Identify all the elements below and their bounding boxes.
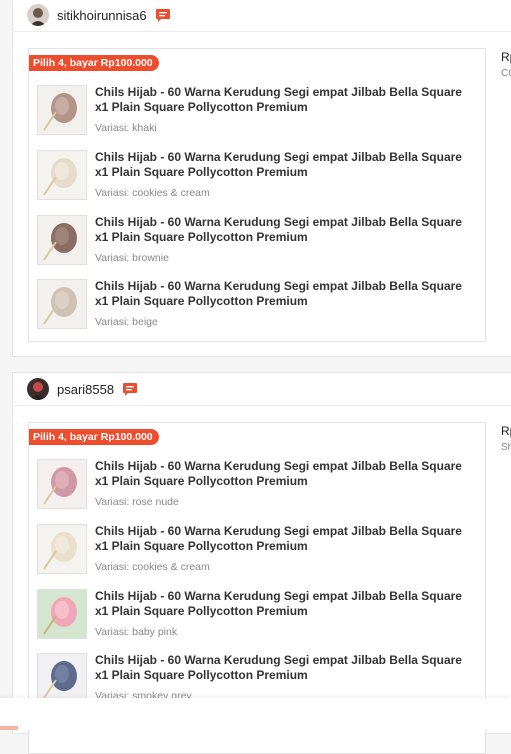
bottom-bar-indicator — [0, 726, 18, 730]
avatar[interactable] — [27, 4, 49, 26]
product-thumbnail[interactable] — [37, 459, 87, 509]
product-thumbnail[interactable] — [37, 85, 87, 135]
price-sub: CO — [501, 68, 511, 79]
product-thumbnail[interactable] — [37, 524, 87, 574]
avatar[interactable] — [27, 378, 49, 400]
product-variant: Variasi: baby pink — [95, 626, 178, 638]
shop-header: psari8558 — [13, 373, 511, 406]
username[interactable]: psari8558 — [57, 382, 114, 397]
product-variant: Variasi: beige — [95, 316, 158, 328]
price-label: Rp — [501, 424, 511, 438]
bottom-bar — [0, 698, 511, 730]
list-item[interactable]: Chils Hijab - 60 Warna Kerudung Segi emp… — [37, 589, 477, 639]
shop-header: sitikhoirunnisa6 — [13, 0, 511, 32]
product-title[interactable]: Chils Hijab - 60 Warna Kerudung Segi emp… — [95, 524, 477, 554]
bundle-deal: Pilih 4, bayar Rp100.000 Chils Hijab - 6… — [28, 48, 486, 342]
product-variant: Variasi: cookies & cream — [95, 561, 210, 573]
chat-icon[interactable] — [155, 7, 171, 23]
product-title[interactable]: Chils Hijab - 60 Warna Kerudung Segi emp… — [95, 215, 477, 245]
list-item[interactable]: Chils Hijab - 60 Warna Kerudung Segi emp… — [37, 279, 477, 329]
product-title[interactable]: Chils Hijab - 60 Warna Kerudung Segi emp… — [95, 150, 477, 180]
order-card: sitikhoirunnisa6 Rp CO Pilih 4, bayar Rp… — [12, 0, 511, 357]
product-thumbnail[interactable] — [37, 589, 87, 639]
promo-badge[interactable]: Pilih 4, bayar Rp100.000 — [29, 429, 159, 445]
list-item[interactable]: Chils Hijab - 60 Warna Kerudung Segi emp… — [37, 459, 477, 509]
product-variant: Variasi: khaki — [95, 122, 157, 134]
price-sub: Sh — [501, 442, 511, 453]
order-card: psari8558 Rp Sh Pilih 4, bayar Rp100.000… — [12, 372, 511, 754]
product-title[interactable]: Chils Hijab - 60 Warna Kerudung Segi emp… — [95, 589, 477, 619]
promo-badge[interactable]: Pilih 4, bayar Rp100.000 — [29, 55, 159, 71]
product-thumbnail[interactable] — [37, 279, 87, 329]
list-item[interactable]: Chils Hijab - 60 Warna Kerudung Segi emp… — [37, 150, 477, 200]
product-variant: Variasi: brownie — [95, 252, 169, 264]
list-item[interactable]: Chils Hijab - 60 Warna Kerudung Segi emp… — [37, 85, 477, 135]
price-label: Rp — [501, 50, 511, 64]
chat-icon[interactable] — [122, 381, 138, 397]
product-variant: Variasi: rose nude — [95, 496, 179, 508]
product-variant: Variasi: cookies & cream — [95, 187, 210, 199]
username[interactable]: sitikhoirunnisa6 — [57, 8, 147, 23]
product-title[interactable]: Chils Hijab - 60 Warna Kerudung Segi emp… — [95, 279, 477, 309]
product-title[interactable]: Chils Hijab - 60 Warna Kerudung Segi emp… — [95, 459, 477, 489]
list-item[interactable]: Chils Hijab - 60 Warna Kerudung Segi emp… — [37, 524, 477, 574]
product-thumbnail[interactable] — [37, 215, 87, 265]
product-title[interactable]: Chils Hijab - 60 Warna Kerudung Segi emp… — [95, 653, 477, 683]
list-item[interactable]: Chils Hijab - 60 Warna Kerudung Segi emp… — [37, 215, 477, 265]
product-thumbnail[interactable] — [37, 150, 87, 200]
product-title[interactable]: Chils Hijab - 60 Warna Kerudung Segi emp… — [95, 85, 477, 115]
list-item[interactable]: Chils Hijab - 60 Warna Kerudung Segi emp… — [37, 653, 477, 703]
product-thumbnail[interactable] — [37, 653, 87, 703]
